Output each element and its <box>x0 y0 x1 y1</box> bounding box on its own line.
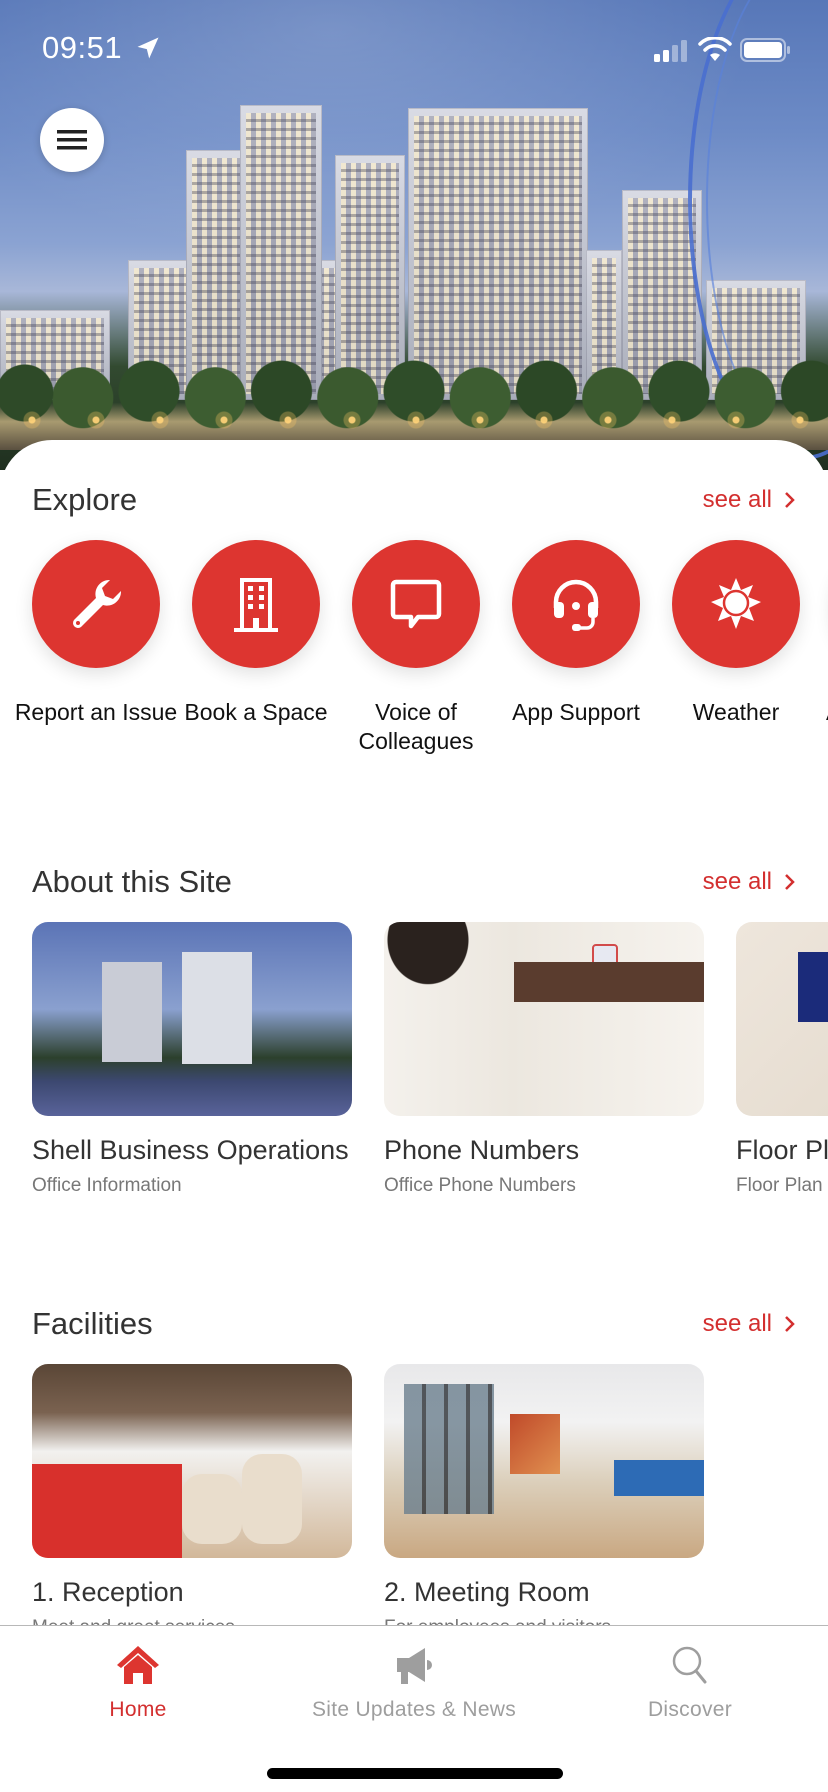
explore-icon-circle <box>352 540 480 668</box>
phone-graphic <box>592 944 618 998</box>
card-image-skyline <box>32 922 352 1116</box>
tab-discover[interactable]: Discover <box>552 1626 828 1736</box>
explore-label: Voice of Colleagues <box>358 699 474 754</box>
chair-graphic <box>182 1474 242 1544</box>
explore-icon-circle <box>192 540 320 668</box>
chevron-right-icon <box>785 1316 795 1332</box>
home-indicator <box>267 1768 563 1779</box>
home-icon <box>117 1646 159 1684</box>
megaphone-icon <box>397 1648 432 1684</box>
card-title: Shell Business Operations <box>32 1135 349 1165</box>
card-subtitle: For employees and visitors <box>384 1617 704 1625</box>
wrench-icon <box>73 579 122 628</box>
explore-item-app-support[interactable]: App Support <box>512 540 640 725</box>
explore-header: Explore see all <box>32 478 796 522</box>
explore-carousel[interactable]: Report an Issue Book a Space Voice of Co… <box>15 540 828 754</box>
card-image-meeting-room <box>384 1364 704 1558</box>
tab-home[interactable]: Home <box>0 1626 276 1736</box>
sofa-graphic <box>32 1464 182 1558</box>
explore-see-all-link[interactable]: see all <box>703 486 796 514</box>
building-icon <box>234 578 278 632</box>
explore-title: Explore <box>32 482 138 517</box>
card-title: 2. Meeting Room <box>384 1577 590 1607</box>
card-title: Floor Pl <box>736 1135 828 1165</box>
about-card-shell-business-operations[interactable]: Shell Business Operations Office Informa… <box>32 922 352 1197</box>
menu-button[interactable] <box>40 108 104 172</box>
card-subtitle: Office Phone Numbers <box>384 1175 576 1196</box>
chair-graphic <box>242 1454 302 1544</box>
explore-item-voice-of-colleagues[interactable]: Voice of Colleagues <box>352 540 480 754</box>
chevron-right-icon <box>785 492 795 508</box>
tab-label: Site Updates & News <box>311 1698 517 1721</box>
about-card-phone-numbers[interactable]: Phone Numbers Office Phone Numbers <box>384 922 704 1197</box>
see-all-label: see all <box>702 868 772 895</box>
floor-sign-graphic <box>798 952 828 1022</box>
facilities-header: Facilities see all <box>32 1302 796 1346</box>
card-image-floor-sign <box>736 922 828 1116</box>
see-all-label: see all <box>702 1310 772 1337</box>
explore-item-report-issue[interactable]: Report an Issue <box>15 540 177 725</box>
facility-card-reception[interactable]: 1. Reception Meet and greet services <box>32 1364 352 1625</box>
see-all-label: see all <box>702 486 772 513</box>
trees <box>0 355 828 450</box>
card-title: Phone Numbers <box>384 1135 580 1165</box>
status-time: 09:51 <box>42 30 123 65</box>
card-subtitle: Meet and greet services <box>32 1617 352 1625</box>
card-subtitle: Office Information <box>32 1175 182 1196</box>
street-lights <box>0 410 828 430</box>
card-subtitle: Floor Plan <box>736 1175 823 1196</box>
wifi-icon <box>698 37 732 61</box>
facilities-see-all-link[interactable]: see all <box>703 1310 796 1338</box>
explore-icon-circle <box>512 540 640 668</box>
explore-label: App Support <box>512 699 640 725</box>
tab-label: Discover <box>647 1698 733 1721</box>
tab-label: Home <box>109 1698 167 1721</box>
card-title: 1. Reception <box>32 1577 184 1607</box>
location-arrow-icon <box>137 37 159 59</box>
about-header: About this Site see all <box>32 860 796 904</box>
speech-bubble-icon <box>390 579 442 629</box>
tab-site-updates-news[interactable]: Site Updates & News <box>276 1626 552 1736</box>
battery-icon <box>740 38 790 62</box>
explore-item-book-space[interactable]: Book a Space <box>184 540 328 725</box>
chevron-right-icon <box>785 874 795 890</box>
windows-graphic <box>404 1384 494 1514</box>
sun-icon <box>711 578 761 629</box>
hamburger-menu-icon <box>57 130 87 150</box>
explore-item-weather[interactable]: Weather <box>672 540 800 725</box>
bench-graphic <box>614 1460 704 1496</box>
facility-card-meeting-room[interactable]: 2. Meeting Room For employees and visito… <box>384 1364 704 1625</box>
content-sheet: Explore see all Report an Issue Book a S… <box>0 440 828 1625</box>
facilities-title: Facilities <box>32 1306 153 1341</box>
explore-label: Book a Space <box>184 699 328 725</box>
tab-bar: Home Site Updates & News Discover <box>0 1625 828 1792</box>
headset-icon <box>553 579 599 631</box>
search-icon <box>672 1646 707 1684</box>
card-image-phone <box>384 922 704 1116</box>
status-bar: 09:51 <box>0 0 828 100</box>
signal-icon <box>654 40 687 62</box>
explore-label: Report an Issue <box>14 699 178 725</box>
card-image-reception <box>32 1364 352 1558</box>
explore-icon-circle <box>32 540 160 668</box>
explore-icon-circle <box>672 540 800 668</box>
about-card-floor-plan[interactable]: Floor Pl Floor Plan <box>736 922 828 1197</box>
about-title: About this Site <box>32 864 232 899</box>
mural-graphic <box>510 1414 560 1474</box>
explore-label: Weather <box>692 699 780 725</box>
about-see-all-link[interactable]: see all <box>703 868 796 896</box>
